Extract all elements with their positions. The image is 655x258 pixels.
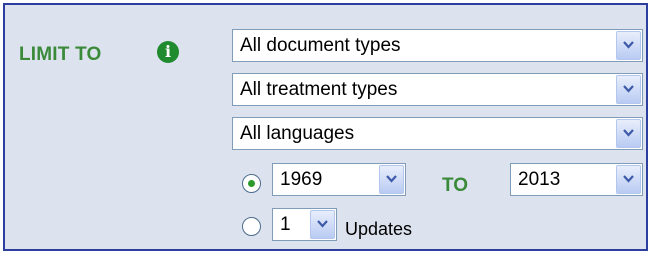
limit-to-label: LIMIT TO	[19, 44, 102, 65]
chevron-down-icon[interactable]	[616, 75, 641, 104]
to-label: TO	[442, 175, 469, 196]
updates-count-select[interactable]: 1	[272, 208, 337, 241]
to-year-select[interactable]: 2013	[510, 163, 643, 196]
radio-selected-dot	[248, 180, 255, 187]
to-year-value: 2013	[518, 169, 561, 190]
info-icon[interactable]: i	[157, 41, 179, 63]
language-select[interactable]: All languages	[232, 117, 643, 150]
chevron-down-icon[interactable]	[310, 210, 335, 239]
updates-count-value: 1	[280, 214, 291, 235]
updates-radio[interactable]	[242, 217, 261, 236]
document-type-select[interactable]: All document types	[232, 29, 643, 62]
document-type-value: All document types	[240, 35, 401, 56]
language-value: All languages	[240, 123, 355, 144]
treatment-type-value: All treatment types	[240, 79, 398, 100]
treatment-type-select[interactable]: All treatment types	[232, 73, 643, 106]
chevron-down-icon[interactable]	[616, 31, 641, 60]
chevron-down-icon[interactable]	[616, 119, 641, 148]
limit-to-panel: LIMIT TO i All document types All treatm…	[3, 3, 648, 251]
chevron-down-icon[interactable]	[616, 165, 641, 194]
from-year-value: 1969	[280, 169, 323, 190]
date-range-radio[interactable]	[242, 174, 261, 193]
from-year-select[interactable]: 1969	[272, 163, 406, 196]
chevron-down-icon[interactable]	[379, 165, 404, 194]
updates-label: Updates	[345, 219, 413, 239]
